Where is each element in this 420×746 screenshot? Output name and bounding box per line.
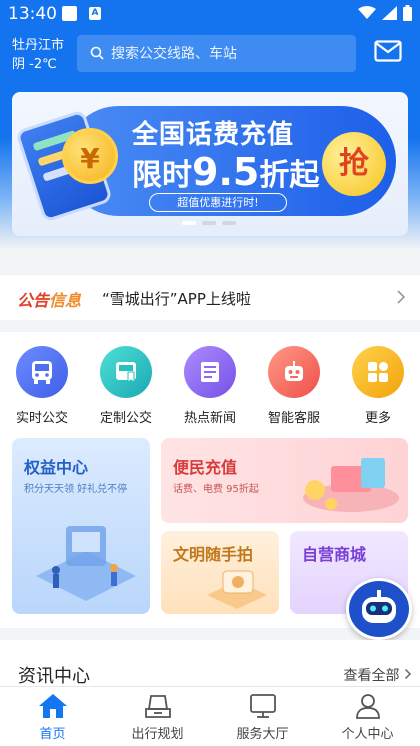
tab-personal-center[interactable]: 个人中心 (315, 687, 420, 746)
tab-label: 出行规划 (131, 727, 184, 742)
city-name: 牡丹江市 (12, 38, 65, 53)
app-header: 牡丹江市 阴 -2℃ (0, 30, 420, 80)
quick-actions: 实时公交 定制公交 热点新闻 智能客服 更多 (0, 332, 420, 434)
robot-icon (362, 590, 396, 623)
pagination-dot (202, 221, 216, 225)
search-icon (90, 46, 104, 60)
banner-promo-prefix: 限时 (132, 158, 192, 193)
bus-icon (16, 346, 68, 398)
recharge-illustration (303, 458, 399, 512)
banner-promo: 限时9.5折起 (132, 150, 319, 194)
quick-action-label: 实时公交 (15, 411, 68, 426)
camera-illustration (207, 570, 267, 609)
announcement-message: “雪城出行”APP上线啦 (102, 290, 251, 308)
monitor-icon (210, 691, 315, 721)
banner-subtitle: 超值优惠进行时! (149, 193, 287, 212)
chevron-right-icon (404, 668, 412, 680)
tab-label: 服务大厅 (236, 727, 289, 742)
bottom-tab-bar: 首页 出行规划 服务大厅 个人中心 (0, 686, 420, 746)
quick-action-custom-bus[interactable]: 定制公交 (86, 346, 166, 426)
person-icon (315, 691, 420, 721)
tab-service-hall[interactable]: 服务大厅 (210, 687, 315, 746)
tab-label: 首页 (39, 727, 66, 742)
search-input[interactable] (111, 35, 346, 72)
civilized-photo-card[interactable]: 文明随手拍 (161, 531, 279, 614)
news-section-title: 资讯中心 (18, 666, 90, 687)
message-icon[interactable] (374, 40, 402, 62)
quick-action-label: 智能客服 (267, 411, 320, 426)
promo-banner[interactable]: ¥ 全国话费充值 限时9.5折起 超值优惠进行时! 抢 (12, 92, 408, 236)
tab-travel-plan[interactable]: 出行规划 (105, 687, 210, 746)
customer-service-robot-button[interactable] (346, 578, 412, 640)
view-all-label: 查看全部 (343, 668, 400, 684)
card-subtitle: 积分天天领 好礼兑不停 (24, 484, 128, 495)
announcement-tag: 公告信息 (17, 287, 81, 311)
tab-label: 个人中心 (341, 727, 394, 742)
quick-action-realtime-bus[interactable]: 实时公交 (2, 346, 82, 426)
wifi-icon (358, 6, 376, 19)
banner-promo-number: 9.5 (192, 150, 260, 194)
chevron-right-icon (397, 290, 406, 304)
banner-pagination (182, 221, 236, 225)
quick-action-smart-service[interactable]: 智能客服 (254, 346, 334, 426)
a-icon: A (89, 7, 101, 20)
quick-action-label: 更多 (364, 411, 391, 426)
signal-icon (382, 6, 397, 20)
announcement-tag-part2: 信息 (49, 291, 82, 310)
quick-action-more[interactable]: 更多 (338, 346, 418, 426)
news-icon (184, 346, 236, 398)
pagination-dot (222, 221, 236, 225)
pagination-dot (182, 221, 196, 225)
home-icon (0, 691, 105, 721)
robot-icon (268, 346, 320, 398)
recharge-card[interactable]: 便民充值 话费、电费 95折起 (161, 438, 408, 523)
grid-icon (352, 346, 404, 398)
rights-center-card[interactable]: 权益中心 积分天天领 好礼兑不停 (12, 438, 150, 614)
quick-action-label: 热点新闻 (183, 411, 236, 426)
banner-promo-suffix: 折起 (259, 158, 320, 193)
card-title: 自营商城 (302, 545, 367, 564)
custom-bus-icon (100, 346, 152, 398)
route-icon (105, 691, 210, 721)
battery-icon (403, 5, 412, 21)
rights-illustration (36, 526, 136, 601)
tab-home[interactable]: 首页 (0, 687, 105, 746)
quick-action-hot-news[interactable]: 热点新闻 (170, 346, 250, 426)
announcement-tag-part1: 公告 (17, 291, 50, 310)
system-icons (358, 5, 412, 21)
card-subtitle: 话费、电费 95折起 (173, 484, 259, 495)
card-title: 权益中心 (24, 458, 89, 477)
announcement-bar[interactable]: 公告信息 “雪城出行”APP上线啦 (0, 275, 420, 320)
view-all-link[interactable]: 查看全部 (344, 665, 412, 685)
search-bar[interactable] (77, 35, 356, 72)
banner-title: 全国话费充值 (132, 120, 295, 150)
grab-button[interactable]: 抢 (322, 132, 386, 196)
weather-widget[interactable]: 牡丹江市 阴 -2℃ (12, 36, 64, 74)
card-title: 便民充值 (173, 458, 238, 477)
weather-text: 阴 -2℃ (12, 57, 57, 72)
white-square-icon (62, 6, 77, 21)
news-section-header: 资讯中心 查看全部 (0, 640, 420, 687)
yuan-coin-icon: ¥ (62, 128, 118, 184)
card-title: 文明随手拍 (173, 545, 254, 564)
status-bar: 13:40 A (0, 0, 420, 28)
status-time: 13:40 (8, 4, 57, 24)
quick-action-label: 定制公交 (99, 411, 152, 426)
